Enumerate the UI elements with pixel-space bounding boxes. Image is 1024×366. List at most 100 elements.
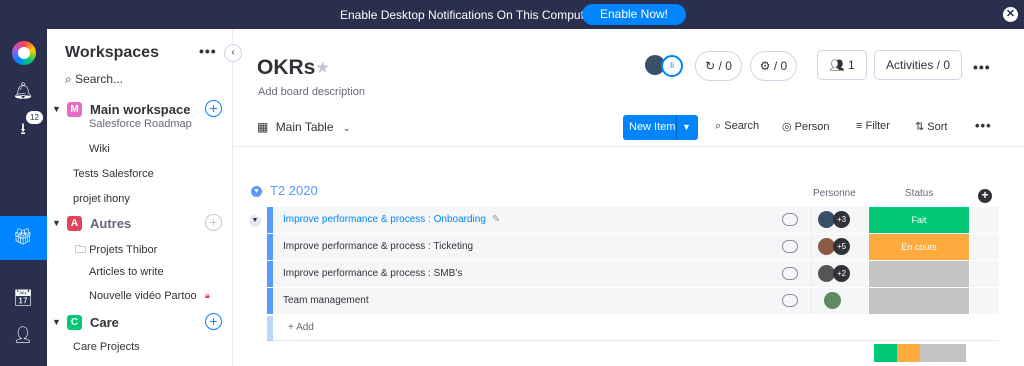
lock-icon: 🔒︎ [205,290,210,300]
search-button[interactable]: ⌕ Search [715,120,759,133]
sidebar-item[interactable]: Care Projects [73,341,140,353]
column-header-status[interactable]: Status [905,188,933,199]
person-cell[interactable] [811,288,868,314]
divider [233,146,1024,147]
enable-notifications-button[interactable]: Enable Now! [582,4,686,25]
column-header-person[interactable]: Personne [813,188,856,199]
invite-user-icon[interactable]: 👤︎ [12,325,34,347]
view-selector[interactable]: ▦ Main Table ⌄ [257,120,350,134]
inbox-badge: 12 [26,111,43,124]
sidebar-title: Workspaces [65,44,159,61]
extra-people-count: +3 [833,211,850,228]
status-cell[interactable]: En cours [869,234,969,260]
chevron-down-icon[interactable]: ▼ [251,186,262,197]
caret-down-icon: ▼ [52,218,61,228]
caret-down-icon: ▼ [52,317,61,327]
filter-label: Filter [865,120,890,132]
members-button[interactable]: 👥︎ 1 [817,50,867,80]
add-icon[interactable]: + [205,313,222,330]
updates-icon: ↻ [705,59,716,73]
people-icon: 👥︎ [829,58,845,72]
conversation-icon[interactable] [782,294,798,307]
empty-cell [970,288,999,314]
sidebar-item-label: Nouvelle vidéo Partoo [89,290,197,302]
person-label: Person [794,121,830,133]
table-icon: ▦ [257,120,269,134]
sidebar-item[interactable]: Tests Salesforce [73,168,154,180]
item-name[interactable]: Improve performance & process : SMB’s [273,261,811,287]
workspace-care[interactable]: ▼ C Care + [47,313,233,332]
more-options-icon[interactable]: ••• [975,118,992,133]
bell-icon[interactable]: 🔔︎ [12,81,34,103]
board-title[interactable]: OKRs [257,56,315,80]
status-summary-segment [920,344,966,362]
conversation-icon[interactable] [782,240,798,253]
status-summary-segment [874,344,897,362]
board-description[interactable]: Add board description [258,86,365,98]
edit-icon[interactable]: ✎ [492,214,500,225]
item-name[interactable]: Improve performance & process : Onboardi… [273,207,811,233]
conversation-icon[interactable] [782,267,798,280]
sidebar-item[interactable]: projet ihony [73,193,130,205]
activities-button[interactable]: Activities / 0 [874,50,962,80]
integrations-button[interactable]: ⚙︎ / 0 [750,51,797,81]
sidebar-search-placeholder: Search... [75,72,124,86]
add-item-row[interactable]: + Add [267,316,999,341]
item-name[interactable]: Team management [273,288,811,314]
person-cell[interactable]: +2 [811,261,868,287]
empty-cell [970,207,999,233]
status-cell[interactable]: Fait [869,207,969,233]
status-cell[interactable] [869,261,969,287]
workspace-sidebar: Workspaces ••• ‹ ⌕ Search... ▼ M Main wo… [47,29,242,366]
gift-button[interactable]: 🎁︎ [0,216,47,260]
add-icon[interactable]: + [205,100,222,117]
updates-button[interactable]: ↻ / 0 [695,51,742,81]
table-row[interactable]: Improve performance & process : Ticketin… [267,234,999,260]
sidebar-item[interactable]: Wiki [89,143,110,155]
table-row[interactable]: Improve performance & process : Onboardi… [267,207,999,233]
robot-icon: ⚙︎ [759,59,771,73]
workspace-main[interactable]: ▼ M Main workspace + [47,100,233,119]
board-subscribers[interactable]: Ii [645,55,683,77]
more-options-icon[interactable]: ••• [199,43,217,59]
extra-people-count: +2 [833,265,850,282]
folder-icon: 🗀 [75,244,86,256]
more-options-icon[interactable]: ••• [973,59,991,75]
star-icon[interactable]: ★ [315,58,330,78]
table-row[interactable]: Team management [267,288,999,314]
status-summary-bar[interactable] [874,344,966,362]
avatar [824,292,841,309]
integrations-count: / 0 [773,59,788,73]
item-name[interactable]: Improve performance & process : Ticketin… [273,234,811,260]
caret-down-icon: ▼ [52,104,61,114]
sidebar-search[interactable]: ⌕ Search... [65,72,123,87]
collapse-sidebar-button[interactable]: ‹ [224,44,242,62]
board-toolbar: ▦ Main Table ⌄ New Item ▼ ⌕ Search ◎ Per… [233,113,1024,143]
sidebar-item[interactable]: Articles to write [89,266,164,278]
status-cell[interactable] [869,288,969,314]
group-title[interactable]: T2 2020 [270,183,318,198]
sidebar-item[interactable]: Nouvelle vidéo Partoo 🔒︎ [89,290,210,302]
sidebar-item[interactable]: Salesforce Roadmap [89,118,192,130]
add-icon[interactable]: + [205,214,222,231]
new-item-button[interactable]: New Item ▼ [623,115,698,140]
person-cell[interactable]: +5 [811,234,868,260]
filter-button[interactable]: ≡ Filter [856,120,890,132]
search-label: Search [724,120,760,132]
conversation-icon[interactable] [782,213,798,226]
workspace-autres[interactable]: ▼ A Autres + [47,214,233,233]
sidebar-item[interactable]: 🗀 Projets Thibor [75,241,157,260]
row-menu-icon[interactable]: ▼ [249,215,261,227]
add-column-icon[interactable]: + [978,189,992,203]
person-filter-button[interactable]: ◎ Person [782,120,830,133]
filter-icon: ≡ [856,120,863,132]
monday-logo-icon[interactable] [12,41,36,65]
person-cell[interactable]: +3 [811,207,868,233]
table-row[interactable]: Improve performance & process : SMB’s +2 [267,261,999,287]
calendar-icon[interactable]: 📅︎ [12,288,34,310]
sort-button[interactable]: ⇅ Sort [915,120,947,133]
chevron-down-icon[interactable]: ▼ [682,115,691,140]
close-icon[interactable]: ✕ [1003,7,1018,22]
sort-icon: ⇅ [915,121,925,133]
left-rail: 🔔︎ ⭳ 12 🎁︎ 📅︎ 👤︎ [0,29,47,366]
